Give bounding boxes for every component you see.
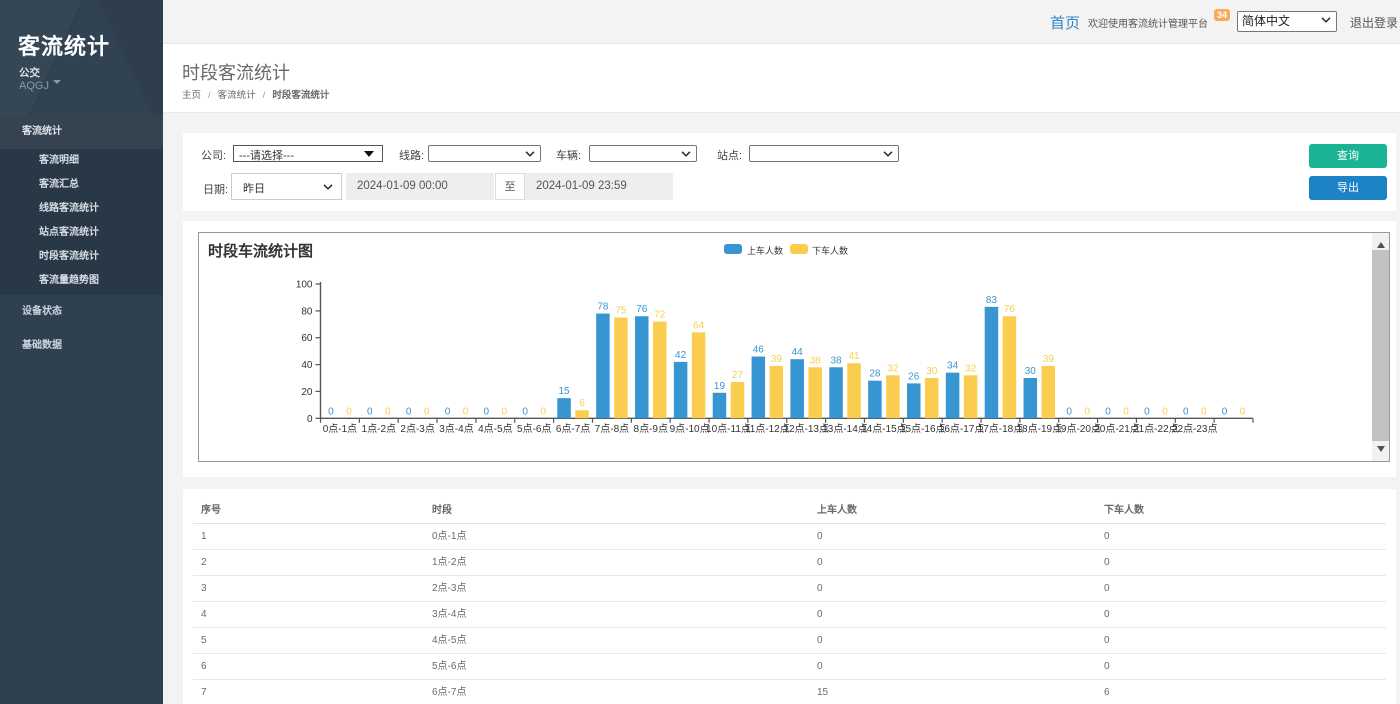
svg-text:0: 0 xyxy=(1123,406,1129,417)
svg-text:32: 32 xyxy=(965,363,977,374)
svg-text:0: 0 xyxy=(1240,406,1246,417)
svg-text:41: 41 xyxy=(848,351,860,362)
svg-text:22点-23点: 22点-23点 xyxy=(1172,423,1218,435)
svg-text:0: 0 xyxy=(1222,406,1228,417)
svg-text:0: 0 xyxy=(502,406,508,417)
svg-text:72: 72 xyxy=(654,310,666,321)
svg-text:26: 26 xyxy=(908,371,920,382)
svg-text:60: 60 xyxy=(301,333,313,344)
svg-text:76: 76 xyxy=(636,304,648,315)
svg-text:0: 0 xyxy=(540,406,546,417)
svg-text:100: 100 xyxy=(296,280,313,291)
svg-text:0: 0 xyxy=(1105,406,1111,417)
svg-text:0: 0 xyxy=(385,406,391,417)
svg-text:4点-5点: 4点-5点 xyxy=(478,423,512,435)
svg-text:2点-3点: 2点-3点 xyxy=(400,423,434,435)
svg-text:0: 0 xyxy=(522,406,528,417)
svg-text:0: 0 xyxy=(1201,406,1207,417)
svg-text:7点-8点: 7点-8点 xyxy=(595,423,629,435)
svg-text:32: 32 xyxy=(887,363,899,374)
svg-text:0: 0 xyxy=(1066,406,1072,417)
svg-text:1点-2点: 1点-2点 xyxy=(362,423,396,435)
svg-text:27: 27 xyxy=(732,370,744,381)
svg-text:42: 42 xyxy=(675,350,687,361)
svg-text:6: 6 xyxy=(579,398,585,409)
svg-text:34: 34 xyxy=(947,361,959,372)
svg-text:38: 38 xyxy=(830,355,842,366)
svg-text:0: 0 xyxy=(307,414,313,425)
svg-text:0点-1点: 0点-1点 xyxy=(323,423,357,435)
svg-text:30: 30 xyxy=(926,366,938,377)
svg-text:9点-10点: 9点-10点 xyxy=(670,423,710,435)
svg-text:76: 76 xyxy=(1004,304,1016,315)
svg-text:8点-9点: 8点-9点 xyxy=(634,423,668,435)
svg-text:80: 80 xyxy=(301,306,313,317)
svg-text:0: 0 xyxy=(424,406,430,417)
svg-text:20: 20 xyxy=(301,387,313,398)
svg-text:3点-4点: 3点-4点 xyxy=(439,423,473,435)
svg-text:6点-7点: 6点-7点 xyxy=(556,423,590,435)
svg-text:46: 46 xyxy=(753,345,765,356)
svg-text:0: 0 xyxy=(406,406,412,417)
svg-text:0: 0 xyxy=(328,406,334,417)
svg-text:44: 44 xyxy=(792,347,804,358)
svg-text:75: 75 xyxy=(615,306,627,317)
svg-text:0: 0 xyxy=(1144,406,1150,417)
svg-text:38: 38 xyxy=(810,355,822,366)
svg-text:5点-6点: 5点-6点 xyxy=(517,423,551,435)
svg-text:0: 0 xyxy=(346,406,352,417)
svg-text:0: 0 xyxy=(463,406,469,417)
svg-text:0: 0 xyxy=(484,406,490,417)
svg-text:19: 19 xyxy=(714,381,726,392)
svg-text:15: 15 xyxy=(558,386,570,397)
svg-text:0: 0 xyxy=(445,406,451,417)
svg-text:40: 40 xyxy=(301,360,313,371)
svg-text:83: 83 xyxy=(986,295,998,306)
svg-text:0: 0 xyxy=(1084,406,1090,417)
svg-text:30: 30 xyxy=(1025,366,1037,377)
svg-text:78: 78 xyxy=(597,302,609,313)
svg-text:0: 0 xyxy=(1183,406,1189,417)
svg-text:64: 64 xyxy=(693,320,705,331)
svg-text:39: 39 xyxy=(771,354,783,365)
svg-text:39: 39 xyxy=(1043,354,1055,365)
svg-text:0: 0 xyxy=(367,406,373,417)
svg-text:0: 0 xyxy=(1162,406,1168,417)
svg-text:28: 28 xyxy=(869,369,881,380)
